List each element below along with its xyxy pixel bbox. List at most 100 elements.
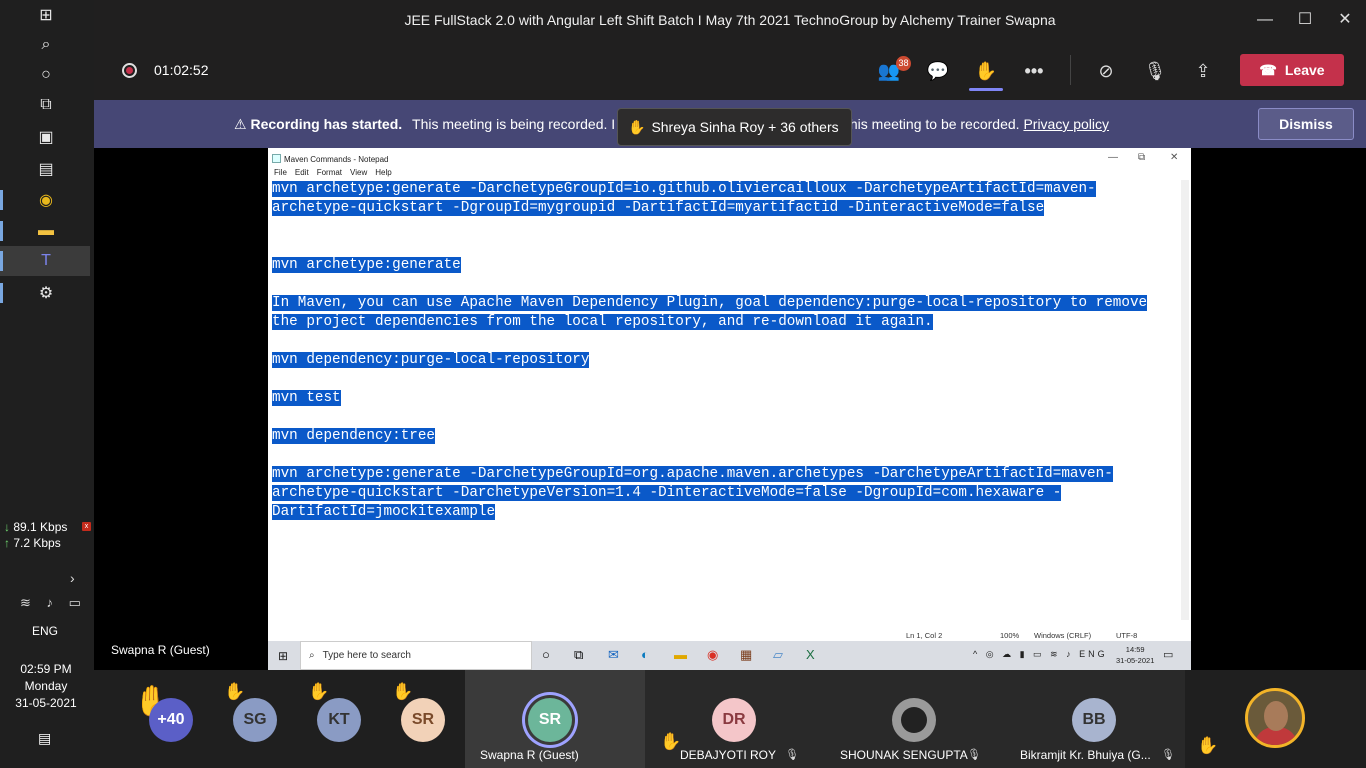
- system-clock[interactable]: 02:59 PM Monday 31-05-2021: [0, 661, 92, 712]
- participant-tile[interactable]: BB Bikramjit Kr. Bhuiya (G... 🎙: [1005, 670, 1185, 768]
- status-zoom: 100%: [1000, 631, 1020, 640]
- windows-taskbar: ⊞ ⌕ ○ ⧉ ▣ ▤ ◉ ▬ T ⚙ ↓ 89.1 Kbps ↑ 7.2 Kb…: [0, 0, 94, 768]
- task-view-icon: ⧉: [574, 647, 584, 662]
- notepad-line: [272, 275, 1177, 294]
- file-explorer-icon: ▬: [674, 647, 687, 662]
- notepad-line: [272, 446, 1177, 465]
- participant-avatar[interactable]: SG: [233, 698, 277, 742]
- recording-indicator-icon: [122, 63, 137, 78]
- maximize-icon[interactable]: ☐: [1290, 8, 1320, 32]
- search-icon[interactable]: ⌕: [32, 33, 60, 57]
- settings-gear-icon[interactable]: ⚙: [32, 281, 60, 305]
- privacy-policy-link[interactable]: Privacy policy: [1023, 116, 1109, 132]
- participant-avatar: SR: [528, 698, 572, 742]
- notepad-line: archetype-quickstart -DarchetypeVersion=…: [272, 484, 1177, 503]
- meeting-timer: 01:02:52: [154, 62, 209, 78]
- shared-screen-stage: Maven Commands - Notepad — ⧉ ✕ File Edit F…: [94, 148, 1366, 670]
- notepad-statusbar: Ln 1, Col 2 100% Windows (CRLF) UTF-8: [268, 629, 1191, 641]
- notepad-line: [272, 370, 1177, 389]
- status-encoding: UTF-8: [1116, 631, 1138, 640]
- language-indicator[interactable]: ENG: [0, 624, 90, 638]
- notepad-scrollbar: [1181, 180, 1189, 620]
- close-speed-meter-icon[interactable]: x: [82, 522, 91, 531]
- notepad-line-text: archetype-quickstart -DgroupId=mygroupid…: [272, 200, 1045, 216]
- windows-start-icon: ⊞: [278, 649, 289, 663]
- share-screen-icon[interactable]: ⇪: [1189, 58, 1217, 84]
- participant-avatar[interactable]: KT: [317, 698, 361, 742]
- shared-screen: Maven Commands - Notepad — ⧉ ✕ File Edit F…: [268, 148, 1191, 670]
- notepad-line: archetype-quickstart -DgroupId=mygroupid…: [272, 199, 1177, 218]
- chevron-right-icon[interactable]: ›: [70, 570, 75, 586]
- notepad-menu-item: File: [274, 168, 287, 177]
- status-line-endings: Windows (CRLF): [1034, 631, 1092, 640]
- close-icon: ✕: [1170, 152, 1179, 163]
- status-position: Ln 1, Col 2: [906, 631, 943, 640]
- network-speed: ↓ 89.1 Kbps ↑ 7.2 Kbps: [4, 520, 68, 550]
- excel-icon: X: [806, 647, 815, 662]
- leave-button[interactable]: ☎ Leave: [1240, 54, 1344, 86]
- notepad-line: [272, 237, 1177, 256]
- participant-tile[interactable]: DR ✋ DEBAJYOTI ROY 🎙: [645, 670, 825, 768]
- notepad-line-text: archetype-quickstart -DarchetypeVersion=…: [272, 485, 1062, 501]
- notepad-icon: [272, 154, 281, 163]
- raise-hand-icon: ✋: [1197, 736, 1219, 755]
- mic-off-icon: 🎙: [967, 749, 981, 761]
- close-icon[interactable]: ✕: [1330, 8, 1360, 32]
- notification-icon[interactable]: ▤: [38, 730, 51, 747]
- overflow-participants[interactable]: +40: [149, 698, 193, 742]
- shared-windows-taskbar: ⊞ ⌕ Type here to search ○ ⧉ ✉ ◐ ▬ ◉ ▦ ▱ …: [268, 641, 1191, 670]
- notification-icon: ▭: [1163, 649, 1174, 661]
- notepad-line-text: mvn dependency:tree: [272, 428, 436, 444]
- notepad-line: mvn dependency:purge-local-repository: [272, 351, 1177, 370]
- notepad-line: [272, 332, 1177, 351]
- notepad-menu-item: Format: [316, 168, 343, 177]
- raise-hand-icon: ✋: [392, 682, 414, 701]
- participant-name: Swapna R (Guest): [480, 748, 579, 762]
- notepad-line: [272, 408, 1177, 427]
- participant-tile[interactable]: SHOUNAK SENGUPTA 🎙: [825, 670, 1005, 768]
- mic-off-icon: 🎙: [1161, 749, 1175, 761]
- raised-hands-toast[interactable]: ✋ Shreya Sinha Roy + 36 others: [617, 108, 852, 146]
- cortana-icon: ○: [542, 647, 550, 662]
- self-video-avatar[interactable]: [1245, 688, 1305, 748]
- photos-app-icon[interactable]: ▤: [32, 157, 60, 181]
- presenter-name: Swapna R (Guest): [111, 643, 210, 657]
- shared-clock: 14:59 31-05-2021: [1116, 645, 1155, 665]
- minimize-icon[interactable]: —: [1250, 8, 1280, 32]
- notepad-line: the project dependencies from the local …: [272, 313, 1177, 332]
- mail-icon: ✉: [608, 647, 619, 662]
- system-tray-icons[interactable]: ≋ ♪ ▭: [20, 595, 87, 611]
- chrome-icon[interactable]: ◉: [32, 188, 60, 212]
- task-view-icon[interactable]: ⧉: [32, 93, 60, 117]
- camera-off-icon[interactable]: ⊘: [1092, 58, 1120, 84]
- window-titlebar: JEE FullStack 2.0 with Angular Left Shif…: [94, 0, 1366, 40]
- app-icon: ▦: [740, 647, 753, 662]
- participant-name: SHOUNAK SENGUPTA: [840, 748, 968, 762]
- more-actions-icon[interactable]: •••: [1020, 58, 1048, 84]
- windows-start-icon[interactable]: ⊞: [32, 3, 60, 27]
- notepad-line: mvn test: [272, 389, 1177, 408]
- participant-tile[interactable]: SR Swapna R (Guest): [465, 670, 645, 768]
- notepad-line-text: DartifactId=jmockitexample: [272, 504, 496, 520]
- notepad-line: In Maven, you can use Apache Maven Depen…: [272, 294, 1177, 313]
- participants-count-badge: 38: [896, 56, 911, 71]
- window-title: JEE FullStack 2.0 with Angular Left Shif…: [404, 12, 1056, 28]
- mic-off-icon: 🎙: [785, 749, 799, 761]
- chrome-icon: ◉: [707, 647, 719, 662]
- mic-off-icon[interactable]: 🎙: [1141, 58, 1169, 84]
- raise-hand-icon: ✋: [628, 118, 646, 135]
- participant-name: Bikramjit Kr. Bhuiya (G...: [1020, 748, 1151, 762]
- camera-app-icon[interactable]: ▣: [32, 125, 60, 149]
- notepad-line: mvn dependency:tree: [272, 427, 1177, 446]
- teams-app-icon[interactable]: T: [32, 249, 60, 273]
- notepad-line: [272, 218, 1177, 237]
- raise-hand-icon[interactable]: ✋: [972, 58, 1000, 84]
- banner-heading: Recording has started.: [250, 116, 403, 132]
- edge-icon: ◐: [641, 647, 649, 662]
- cortana-icon[interactable]: ○: [32, 63, 60, 87]
- dismiss-button[interactable]: Dismiss: [1258, 108, 1354, 140]
- notepad-menu: File Edit Format View Help: [274, 168, 400, 177]
- participant-avatar[interactable]: SR: [401, 698, 445, 742]
- file-explorer-icon[interactable]: ▬: [32, 219, 60, 243]
- chat-icon[interactable]: 💬: [924, 58, 952, 84]
